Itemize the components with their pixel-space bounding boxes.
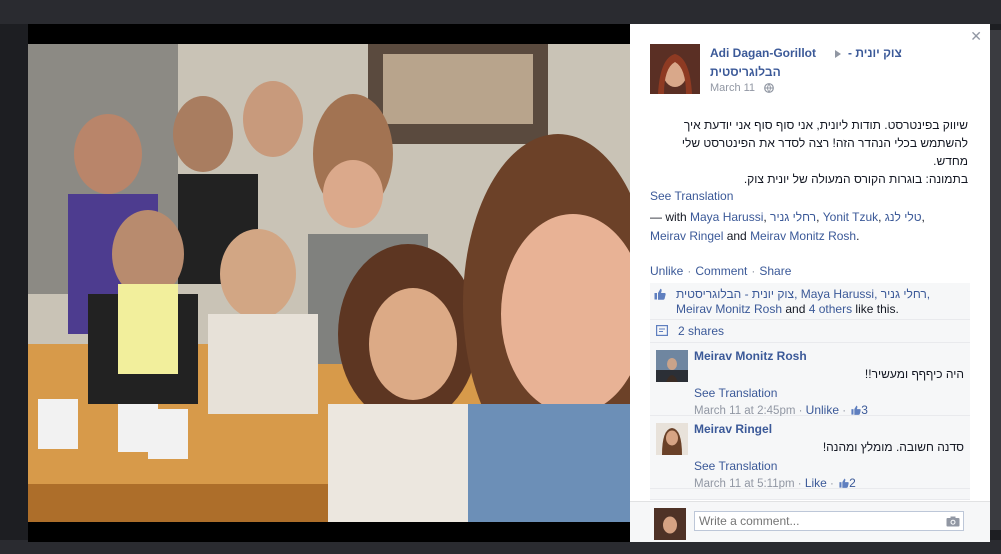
action-separator: · xyxy=(687,264,692,278)
comment: Meirav Monitz Rosh היה כיףףף ומעשיר!! Se… xyxy=(650,343,970,417)
comment-text: היה כיףףף ומעשיר!! xyxy=(864,367,964,381)
page-name[interactable]: צוק יונית - xyxy=(848,46,902,60)
share-icon xyxy=(656,325,668,336)
shares-link[interactable]: 2 shares xyxy=(678,324,724,338)
author-avatar[interactable] xyxy=(650,44,700,94)
share-button[interactable]: Share xyxy=(759,264,791,278)
comment-button[interactable]: Comment xyxy=(695,264,747,278)
post-text-line: בתמונה: בוגרות הקורס המעולה של יונית צוק… xyxy=(743,172,968,186)
action-separator: · xyxy=(751,264,756,278)
group-selfie-photo[interactable] xyxy=(28,44,630,522)
right-arrow-icon xyxy=(835,50,841,58)
with-prefix: — with xyxy=(650,210,691,224)
see-translation-link[interactable]: See Translation xyxy=(650,189,733,203)
unlike-button[interactable]: Unlike xyxy=(650,264,683,278)
comment-like-count[interactable]: 3 xyxy=(861,403,868,417)
post-timestamp[interactable]: March 11 xyxy=(710,82,755,94)
comment-meta: March 11 at 5:11pm · Like · 2 xyxy=(694,476,856,490)
comment-like-button[interactable]: Like xyxy=(805,476,827,490)
commenter-name[interactable]: Meirav Ringel xyxy=(694,422,772,436)
other-likers-link[interactable]: 4 others xyxy=(809,302,852,316)
tagged-person-link[interactable]: Meirav Monitz Rosh xyxy=(750,229,856,243)
post-text-line: מחדש. xyxy=(933,154,968,168)
tagged-person-link[interactable]: Maya Harussi xyxy=(690,210,763,224)
thumbs-up-icon xyxy=(654,288,666,300)
comment-partial xyxy=(650,489,970,500)
commenter-avatar[interactable] xyxy=(656,423,688,455)
see-translation-link[interactable]: See Translation xyxy=(694,459,777,473)
camera-icon[interactable] xyxy=(946,516,960,527)
close-icon[interactable]: ✕ xyxy=(970,28,982,45)
comment-like-count[interactable]: 2 xyxy=(849,476,856,490)
photo-stage[interactable] xyxy=(28,24,630,542)
likes-text: צוק יונית - הבלוגריסטית, Maya Harussi, ר… xyxy=(676,287,968,317)
globe-icon xyxy=(764,83,774,93)
commenter-name[interactable]: Meirav Monitz Rosh xyxy=(694,349,807,363)
see-translation-link[interactable]: See Translation xyxy=(694,386,777,400)
shares-summary: 2 shares xyxy=(650,320,970,343)
photo-theater: ✕ Adi Dagan-Gorillot צוק יונית - הבלוגרי… xyxy=(28,24,990,542)
feedback-panel: צוק יונית - הבלוגריסטית, Maya Harussi, ר… xyxy=(650,283,970,500)
comment-input[interactable] xyxy=(694,511,964,531)
and-word: and xyxy=(723,229,751,243)
post-actions: Unlike · Comment · Share xyxy=(650,264,791,278)
background-feed-bottom xyxy=(0,540,1001,554)
page-name-continued[interactable]: הבלוגריסטית xyxy=(710,65,781,79)
tagged-person-link[interactable]: Yonit Tzuk xyxy=(823,210,878,224)
tagged-people: — with Maya Harussi, רחלי גניר, Yonit Tz… xyxy=(650,210,925,243)
post-sidebar: ✕ Adi Dagan-Gorillot צוק יונית - הבלוגרי… xyxy=(630,24,990,542)
post-text-line: שיווק בפינטרסט. תודות ליונית, אני סוף סו… xyxy=(683,118,968,132)
viewer-avatar xyxy=(654,508,686,540)
background-feed-top xyxy=(0,0,1001,24)
tag-separator: , xyxy=(878,210,885,224)
thumbs-up-icon xyxy=(839,478,849,488)
and-word: and xyxy=(782,302,809,316)
author-name[interactable]: Adi Dagan-Gorillot xyxy=(710,46,816,60)
tagged-person-link[interactable]: רחלי גניר xyxy=(770,210,816,224)
tagged-person-link[interactable]: Meirav Ringel xyxy=(650,229,723,243)
comment: Meirav Ringel סדנה חשובה. מומלץ ומהנה! S… xyxy=(650,416,970,490)
tag-separator: , xyxy=(921,210,925,224)
likes-summary: צוק יונית - הבלוגריסטית, Maya Harussi, ר… xyxy=(650,283,970,320)
comment-meta: March 11 at 2:45pm · Unlike · 3 xyxy=(694,403,868,417)
tag-separator: , xyxy=(816,210,823,224)
like-suffix: like this. xyxy=(852,302,899,316)
commenter-avatar[interactable] xyxy=(656,350,688,382)
comment-text: סדנה חשובה. מומלץ ומהנה! xyxy=(822,440,964,454)
post-text: שיווק בפינטרסט. תודות ליונית, אני סוף סו… xyxy=(650,116,968,188)
comment-composer xyxy=(630,501,990,542)
comment-unlike-button[interactable]: Unlike xyxy=(806,403,839,417)
post-text-line: להשתמש בכלי הנהדר הזה! רצה לסדר את הפינט… xyxy=(681,136,968,150)
thumbs-up-icon xyxy=(851,405,861,415)
tagged-person-link[interactable]: טלי לנג xyxy=(885,210,922,224)
